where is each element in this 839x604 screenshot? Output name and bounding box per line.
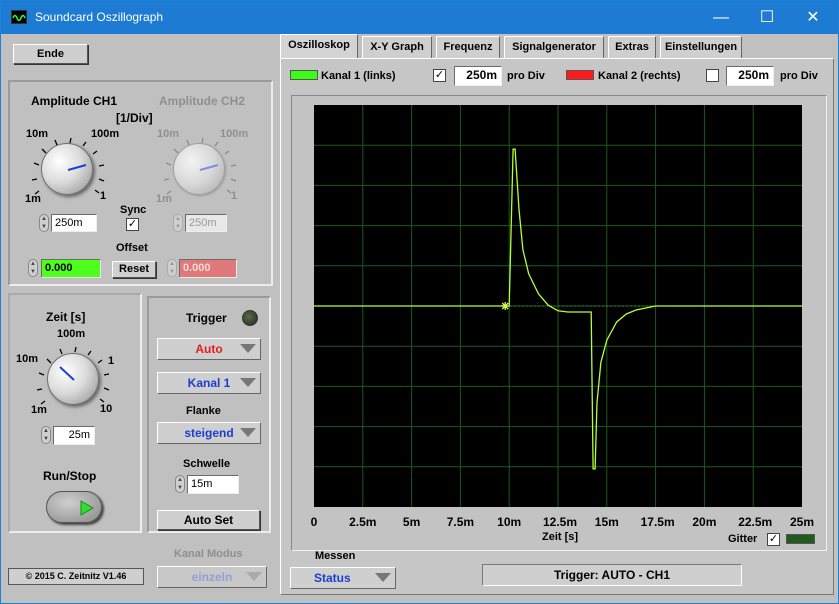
x-tick-label: 5m [402, 515, 421, 529]
trigger-mode-value: Auto [195, 342, 223, 356]
amplitude-ch1-label: Amplitude CH1 [31, 94, 118, 108]
x-tick-label: 25m [789, 515, 815, 529]
zeit-field[interactable]: 25m [53, 426, 95, 445]
chevron-down-icon [240, 378, 256, 387]
schwelle-label: Schwelle [183, 458, 231, 470]
ch2-pro-div-label: pro Div [780, 70, 818, 82]
trigger-mode-dropdown[interactable]: Auto [157, 338, 261, 360]
sync-checkbox[interactable]: ✓ [126, 218, 139, 231]
offset-reset-button[interactable]: Reset [112, 261, 156, 278]
app-window: Soundcard Oszillograph — ☐ ✕ Ende Amplit… [0, 0, 839, 604]
trigger-status-display: Trigger: AUTO - CH1 [482, 564, 742, 586]
zeit-knob[interactable] [47, 353, 99, 405]
window-title: Soundcard Oszillograph [35, 10, 164, 24]
gitter-checkbox[interactable]: ✓ [767, 533, 780, 546]
ch2-enable-checkbox[interactable] [706, 69, 719, 82]
ch2-offset-spinner[interactable]: ▲ ▼ [167, 259, 177, 277]
ch1-amplitude-field[interactable]: 250m [51, 214, 97, 232]
trigger-marker-icon [501, 302, 510, 310]
ch1-volts-per-div-field[interactable]: 250m [454, 66, 502, 86]
ch1-color-swatch[interactable] [290, 70, 318, 80]
ch2-knob-ticks [163, 137, 237, 195]
ch1-knob-ticks [31, 137, 105, 195]
kanal-modus-label: Kanal Modus [174, 548, 243, 560]
maximize-button[interactable]: ☐ [744, 5, 790, 31]
ch2-amplitude-field[interactable]: 250m [185, 214, 227, 232]
tab-einstellungen[interactable]: Einstellungen [660, 36, 742, 58]
chevron-down-icon [246, 572, 262, 581]
amplitude-unit-label: [1/Div] [116, 111, 153, 125]
oscilloscope-display[interactable] [314, 105, 802, 507]
x-tick-label: 17.5m [640, 515, 675, 529]
tab-signalgenerator[interactable]: Signalgenerator [504, 36, 604, 58]
kanal-modus-value: einzeln [191, 570, 233, 584]
sync-label: Sync [120, 204, 147, 216]
flanke-dropdown[interactable]: steigend [157, 422, 261, 444]
play-icon [80, 500, 94, 516]
grid-color-swatch[interactable] [786, 534, 815, 544]
trigger-channel-dropdown[interactable]: Kanal 1 [157, 372, 261, 394]
close-button[interactable]: ✕ [790, 5, 836, 31]
ch2-color-swatch[interactable] [566, 70, 594, 80]
ch1-label: Kanal 1 (links) [321, 70, 396, 82]
x-tick-label: 0 [310, 515, 318, 529]
flanke-label: Flanke [186, 405, 221, 417]
flanke-value: steigend [184, 426, 234, 440]
amplitude-ch2-label: Amplitude CH2 [159, 94, 246, 108]
schwelle-field[interactable]: 15m [187, 475, 239, 494]
minimize-button[interactable]: — [698, 5, 744, 31]
offset-label: Offset [116, 242, 148, 254]
messen-dropdown[interactable]: Status [290, 567, 396, 589]
x-tick-label: 22.5m [738, 515, 773, 529]
chevron-down-icon [240, 428, 256, 437]
kanal-modus-dropdown[interactable]: einzeln [157, 566, 267, 588]
zeit-scale-100m: 100m [57, 328, 86, 340]
ch2-volts-per-div-field[interactable]: 250m [726, 66, 774, 86]
ch1-offset-spinner[interactable]: ▲ ▼ [28, 259, 38, 277]
title-bar: Soundcard Oszillograph — ☐ ✕ [1, 1, 838, 34]
ch1-pro-div-label: pro Div [507, 70, 545, 82]
trigger-label: Trigger [186, 311, 227, 325]
x-tick-label: 7.5m [446, 515, 475, 529]
x-tick-label: 2.5m [349, 515, 377, 529]
tab-oszilloskop[interactable]: Oszilloskop [280, 34, 358, 60]
tab-xy-graph[interactable]: X-Y Graph [362, 36, 432, 58]
ch2-label: Kanal 2 (rechts) [598, 70, 681, 82]
ch1-enable-checkbox[interactable]: ✓ [433, 69, 446, 82]
x-tick-label: 10m [497, 515, 522, 529]
ch2-offset-field[interactable]: 0.000 [179, 259, 237, 278]
messen-value: Status [314, 571, 351, 585]
x-axis-label: Zeit [s] [542, 531, 579, 543]
zeit-spinner[interactable]: ▲ ▼ [41, 426, 51, 444]
auto-set-button[interactable]: Auto Set [157, 510, 260, 530]
trigger-channel-value: Kanal 1 [187, 376, 231, 390]
runstop-label: Run/Stop [43, 469, 97, 483]
x-tick-label: 12.5m [543, 515, 578, 529]
x-tick-label: 20m [692, 515, 717, 529]
ch1-amplitude-spinner[interactable]: ▲ ▼ [39, 214, 49, 232]
copyright-label: © 2015 C. Zeitnitz V1.46 [8, 568, 144, 585]
zeit-label: Zeit [s] [46, 310, 86, 324]
knob-pointer-icon [59, 366, 75, 381]
messen-label: Messen [315, 550, 356, 562]
tab-extras[interactable]: Extras [608, 36, 656, 58]
tab-frequenz[interactable]: Frequenz [436, 36, 500, 58]
x-tick-label: 15m [594, 515, 619, 529]
gitter-label: Gitter [728, 533, 758, 545]
ende-button[interactable]: Ende [13, 44, 88, 64]
chevron-down-icon [240, 344, 256, 353]
schwelle-spinner[interactable]: ▲ ▼ [175, 475, 185, 493]
runstop-button[interactable] [46, 491, 102, 523]
chevron-down-icon [375, 573, 391, 582]
trigger-led-icon [242, 310, 258, 326]
app-icon [11, 10, 27, 24]
ch2-amplitude-spinner[interactable]: ▲ ▼ [173, 214, 183, 232]
ch1-offset-field[interactable]: 0.000 [41, 259, 101, 278]
